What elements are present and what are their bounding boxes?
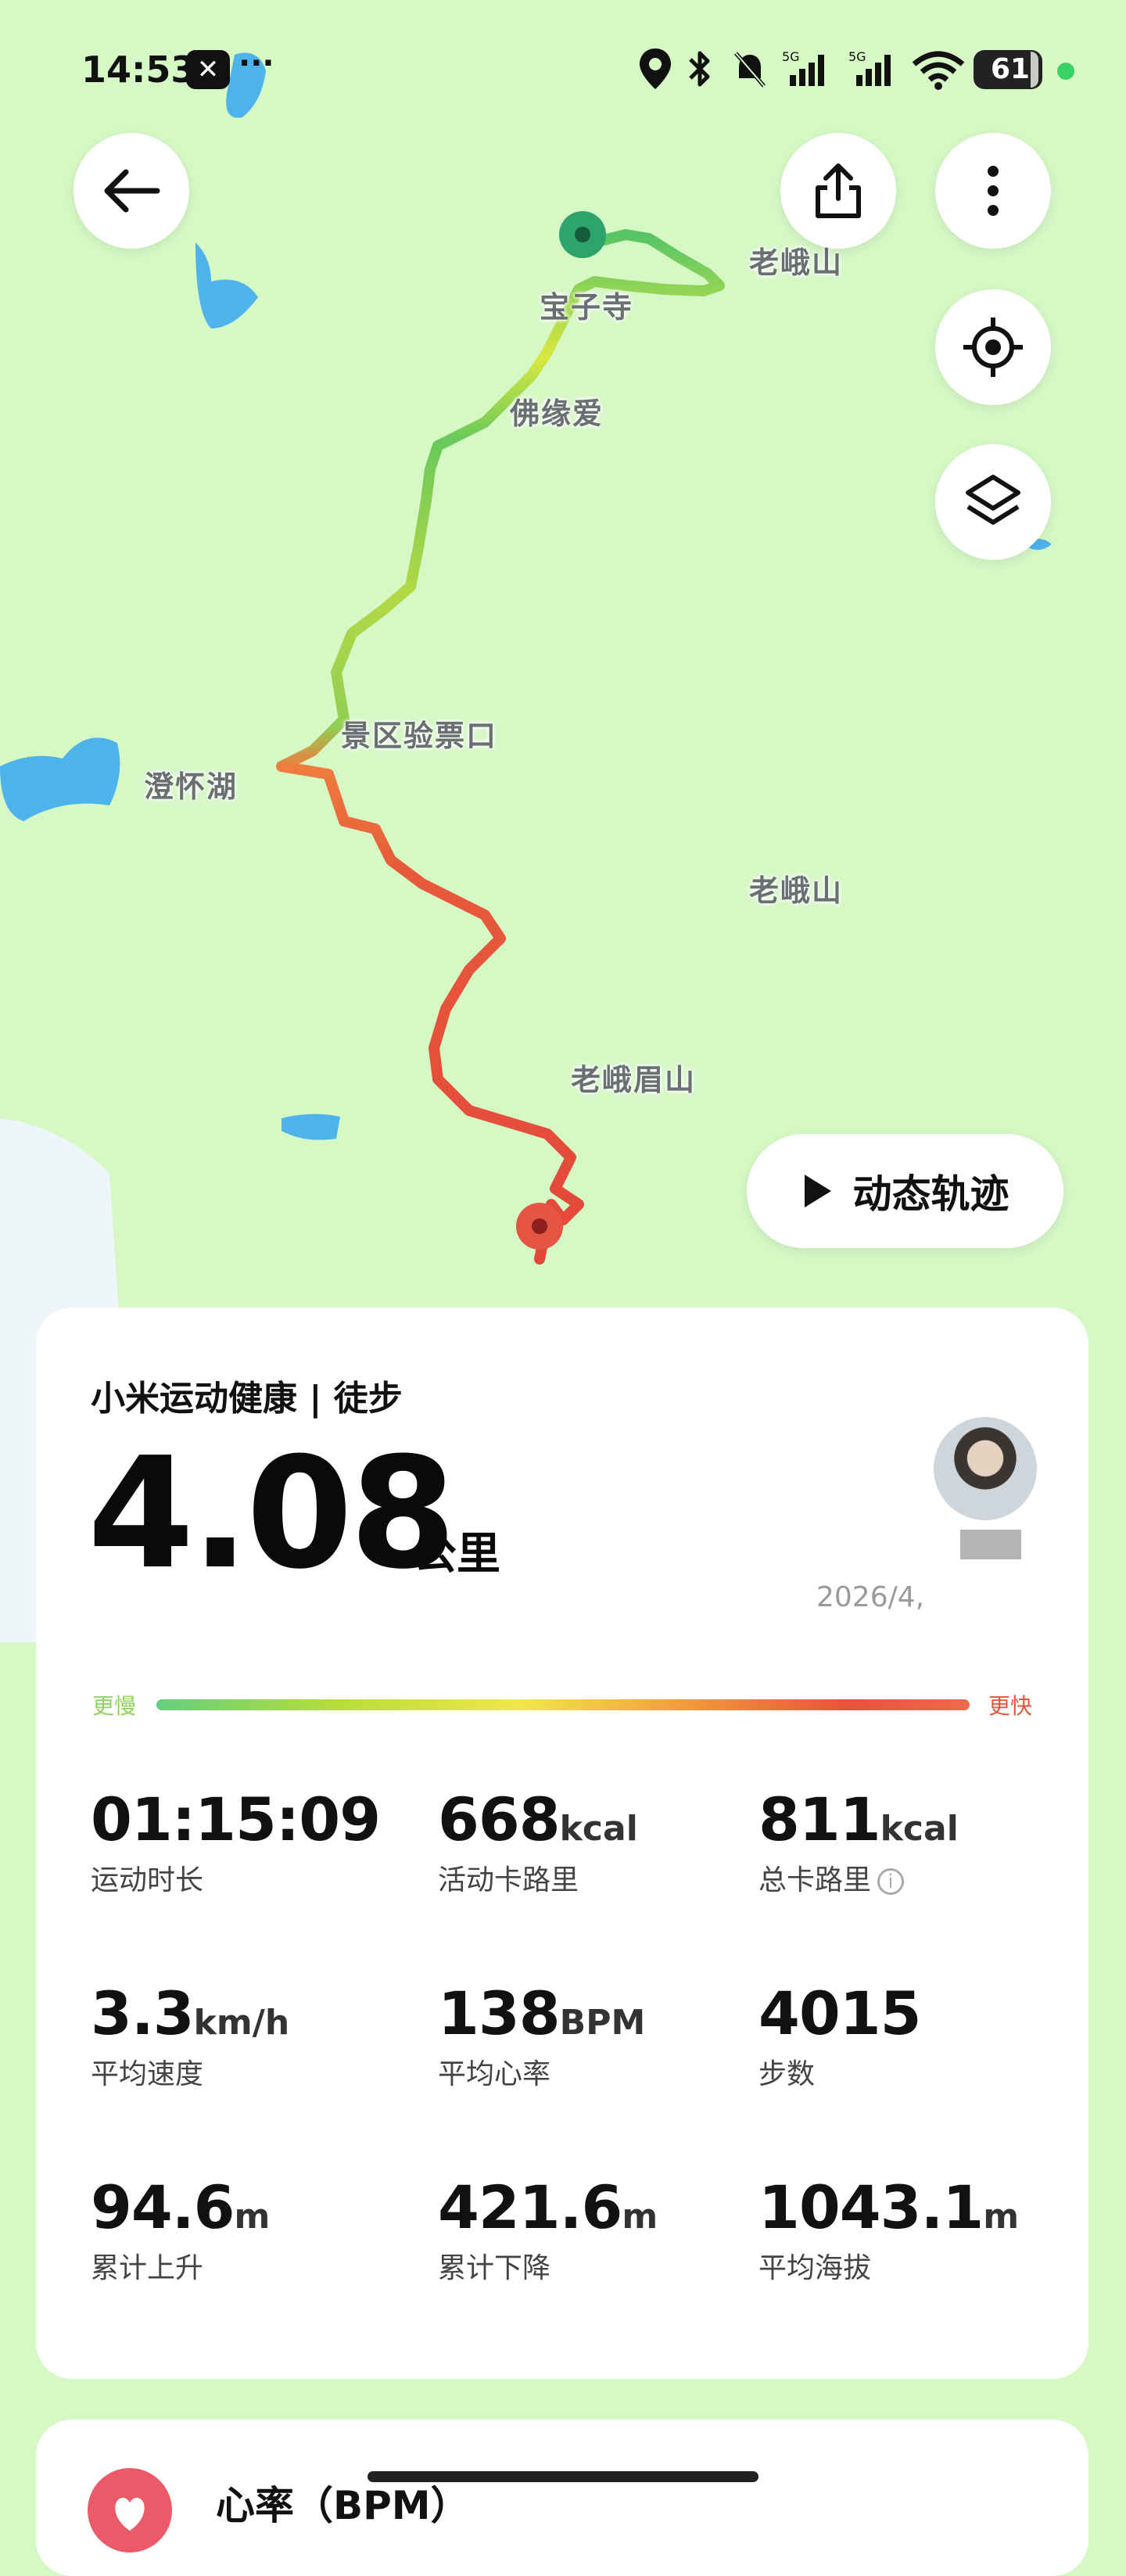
status-time: 14:53 (81, 48, 196, 91)
stat-avg-speed: 3.3km/h 平均速度 (91, 1979, 289, 2092)
wifi-icon (911, 47, 966, 99)
status-more: ··· (238, 45, 274, 81)
stat-unit: m (983, 2197, 1020, 2237)
stat-value: 94.6 (91, 2172, 235, 2242)
stat-unit: BPM (559, 2003, 646, 2043)
stat-active-calories: 668kcal 活动卡路里 (438, 1785, 638, 1898)
map-label: 澄怀湖 (144, 770, 238, 804)
stat-label: 累计上升 (91, 2252, 204, 2284)
stat-unit: km/h (193, 2003, 290, 2043)
pace-fast-label: 更快 (988, 1693, 1033, 1719)
map-label: 老峨山 (749, 874, 844, 908)
stat-label: 运动时长 (91, 1864, 204, 1896)
stat-label: 平均心率 (438, 2058, 551, 2090)
battery-tip (1031, 52, 1038, 88)
back-button[interactable] (74, 133, 189, 249)
stat-unit: kcal (559, 1809, 638, 1849)
workout-source: 小米运动健康 | 徒步 (91, 1379, 403, 1419)
info-icon[interactable]: i (877, 1868, 905, 1895)
replay-track-button[interactable]: 动态轨迹 (747, 1134, 1063, 1248)
distance-value: 4.08 (88, 1425, 457, 1603)
arrow-left-icon (104, 169, 160, 213)
stat-value: 138 (438, 1979, 561, 2048)
stat-value: 811 (758, 1785, 881, 1854)
map-label: 宝子寺 (540, 290, 634, 325)
map-label: 老峨眉山 (571, 1063, 697, 1097)
stat-value: 421.6 (438, 2172, 622, 2242)
pace-slow-label: 更慢 (92, 1693, 137, 1719)
privacy-dot (1057, 63, 1074, 80)
locate-button[interactable] (935, 289, 1051, 405)
stat-avg-altitude: 1043.1m 平均海拔 (758, 2172, 1019, 2286)
stat-label: 总卡路里 (758, 1864, 872, 1896)
home-indicator[interactable] (368, 2471, 758, 2482)
stat-label: 步数 (758, 2058, 816, 2090)
user-name-redacted (960, 1530, 1021, 1559)
water-pond-left (195, 242, 258, 328)
signal-icon: 5G (782, 47, 837, 99)
share-button[interactable] (780, 133, 896, 249)
pace-legend-bar (156, 1699, 970, 1710)
workout-summary-card: 小米运动健康 | 徒步 4.08 公里 2026/4, 更慢 更快 01:15:… (36, 1308, 1088, 2379)
stat-unit: kcal (880, 1809, 959, 1849)
status-bar: 14:53 ✕ ··· 5G 5G 61 (0, 0, 1126, 141)
more-vertical-icon (988, 166, 999, 216)
stat-elevation-gain: 94.6m 累计上升 (91, 2172, 270, 2286)
signal-icon-2: 5G (848, 47, 903, 99)
svg-text:5G: 5G (848, 49, 866, 64)
avatar[interactable] (934, 1417, 1037, 1520)
stat-unit: m (622, 2197, 658, 2237)
share-icon (816, 163, 861, 218)
layers-button[interactable] (935, 444, 1051, 560)
heart-rate-card[interactable]: 心率（BPM） (36, 2420, 1088, 2576)
locate-icon (963, 318, 1023, 377)
bluetooth-icon (684, 47, 715, 99)
stat-label: 平均速度 (91, 2058, 204, 2090)
stat-value: 01:15:09 (91, 1785, 381, 1854)
network-label: 5G (782, 49, 800, 64)
location-icon (637, 47, 673, 99)
stat-label: 累计下降 (438, 2252, 551, 2284)
mute-icon (731, 47, 769, 99)
more-button[interactable] (935, 133, 1051, 249)
map-label: 景区验票口 (341, 719, 498, 753)
play-icon (804, 1175, 831, 1207)
distance-unit: 公里 (413, 1529, 500, 1580)
stat-label: 活动卡路里 (438, 1864, 579, 1896)
stat-avg-heart-rate: 138BPM 平均心率 (438, 1979, 645, 2092)
stat-value: 1043.1 (758, 2172, 984, 2242)
stat-value: 668 (438, 1785, 561, 1854)
stat-steps: 4015 步数 (758, 1979, 922, 2092)
stat-unit: m (234, 2197, 271, 2237)
stat-total-calories[interactable]: 811kcal 总卡路里 i (758, 1785, 959, 1898)
stat-duration: 01:15:09 运动时长 (91, 1785, 381, 1898)
heart-rate-title: 心率（BPM） (216, 2483, 470, 2528)
heart-icon (88, 2468, 172, 2553)
workout-date: 2026/4, (816, 1581, 925, 1613)
replay-track-label: 动态轨迹 (852, 1171, 1009, 1217)
stat-value: 4015 (758, 1979, 922, 2048)
stat-elevation-loss: 421.6m 累计下降 (438, 2172, 658, 2286)
stat-label: 平均海拔 (758, 2252, 872, 2284)
water-chenghuai (0, 737, 120, 821)
map-label: 佛缘爱 (510, 396, 604, 431)
stat-value: 3.3 (91, 1979, 195, 2048)
layers-icon (966, 475, 1020, 525)
app-badge-icon: ✕ (186, 50, 230, 89)
water-small (282, 1114, 340, 1140)
